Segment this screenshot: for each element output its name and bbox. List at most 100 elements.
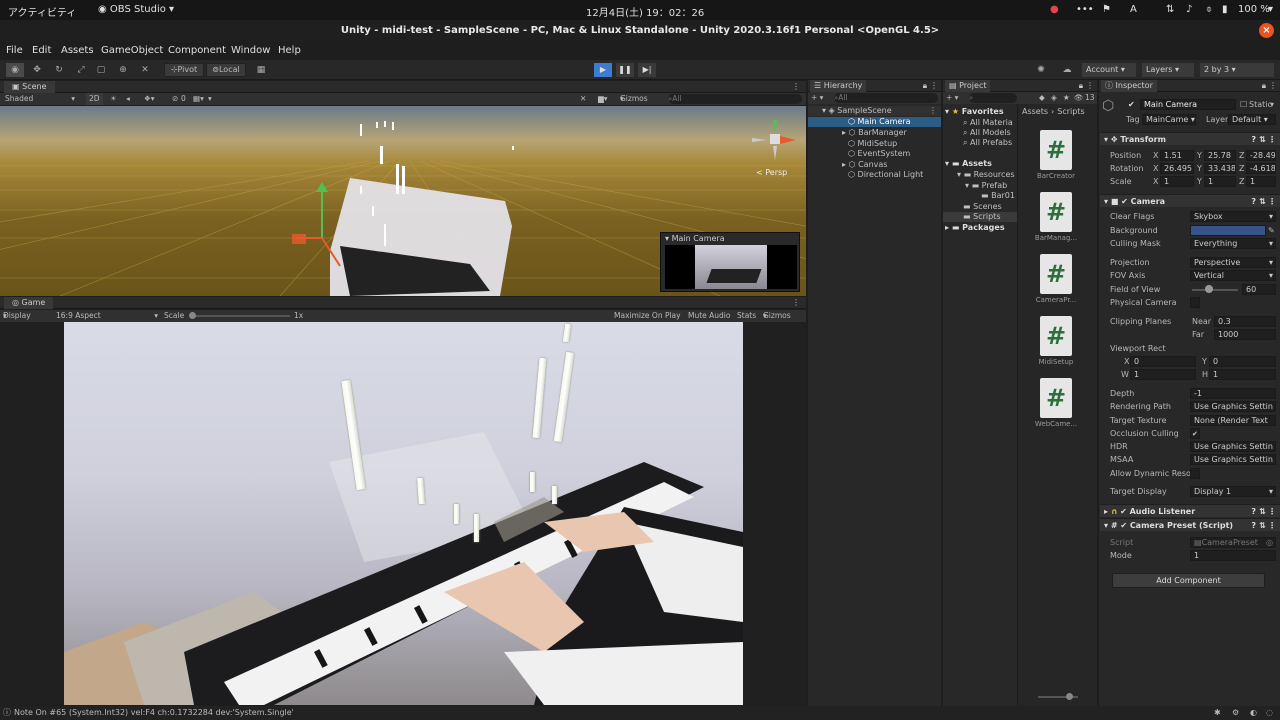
fov-field[interactable]: 60 — [1242, 284, 1276, 295]
assets-folder[interactable]: ▾ ▬ Assets — [945, 159, 992, 168]
pivot-toggle[interactable]: ⊹Pivot — [164, 63, 204, 77]
scene-viewport[interactable]: < Persp ▾ Main Camera — [0, 106, 806, 296]
target-icon[interactable]: ◎ — [1266, 538, 1273, 547]
step-button[interactable]: ▶| — [638, 63, 656, 77]
collab-icon[interactable]: ✺ — [1032, 63, 1050, 77]
tag-dropdown[interactable]: MainCame ▾ — [1142, 114, 1196, 125]
account-dropdown[interactable]: Account ▾ — [1082, 63, 1136, 77]
display-dropdown[interactable]: Display 1 ▾ — [3, 310, 31, 332]
panel-menu-icon[interactable]: ⋮ — [792, 81, 800, 93]
debugger-icon[interactable]: ✱ — [1214, 706, 1221, 720]
help-icon[interactable]: ? — [1251, 519, 1256, 532]
component-menu-icon[interactable]: ⋮ — [1268, 519, 1276, 532]
viewport-y-field[interactable]: 0 — [1209, 356, 1276, 367]
layers-dropdown[interactable]: Layers ▾ — [1142, 63, 1194, 77]
breadcrumb-assets[interactable]: Assets — [1022, 107, 1048, 116]
hierarchy-item-barmanager[interactable]: ▸ ⬡ BarManager — [842, 128, 907, 137]
game-gizmos-dropdown[interactable]: Gizmos ▾ — [763, 310, 791, 322]
script-asset-icon[interactable]: # — [1040, 316, 1072, 356]
preset-icon[interactable]: ⇅ — [1259, 133, 1266, 146]
dynamic-resolution-checkbox[interactable] — [1190, 468, 1200, 479]
component-menu-icon[interactable]: ⋮ — [1268, 505, 1276, 518]
far-field[interactable]: 1000 — [1214, 329, 1276, 340]
game-viewport[interactable] — [0, 322, 806, 705]
script-asset-icon[interactable]: # — [1040, 192, 1072, 232]
script-asset-icon[interactable]: # — [1040, 254, 1072, 294]
tab-hierarchy[interactable]: ☰ Hierarchy — [810, 80, 867, 92]
panel-menu-icon[interactable]: ⋮ — [1269, 80, 1277, 92]
audio-listener-header[interactable]: ▸ ∩ ✔ Audio Listener? ⇅ ⋮ — [1100, 504, 1280, 517]
lock-icon[interactable]: 🔒︎ — [923, 80, 927, 92]
scene-menu-icon[interactable]: ⋮ — [929, 106, 937, 115]
system-menu-icon[interactable]: ▾ — [1268, 4, 1273, 15]
tab-inspector[interactable]: ⓘ Inspector — [1101, 80, 1157, 92]
activities-button[interactable]: アクティビティ — [8, 4, 76, 19]
viewport-x-field[interactable]: 0 — [1130, 356, 1196, 367]
hierarchy-item-directional-light[interactable]: ⬡ Directional Light — [848, 170, 923, 179]
fov-axis-dropdown[interactable]: Vertical ▾ — [1190, 270, 1276, 281]
scale-y-field[interactable]: 1 — [1204, 176, 1236, 187]
culling-mask-dropdown[interactable]: Everything ▾ — [1190, 238, 1276, 249]
mode-field[interactable]: 1 — [1190, 550, 1276, 561]
asset-midisetup[interactable]: MidiSetup — [1026, 358, 1086, 366]
menu-edit[interactable]: Edit — [32, 45, 51, 56]
auto-refresh-icon[interactable]: ◌ — [1266, 706, 1273, 720]
menu-assets[interactable]: Assets — [61, 45, 94, 56]
position-z-field[interactable]: -28.49 — [1246, 150, 1276, 161]
hand-tool-icon[interactable]: ◉ — [6, 63, 24, 77]
tools-icon[interactable]: ✕ — [580, 93, 586, 105]
scene-search-input[interactable]: ⌕ All — [668, 94, 802, 104]
custom-tool-icon[interactable]: ✕ — [136, 63, 154, 77]
occlusion-culling-checkbox[interactable]: ✔ — [1190, 428, 1200, 439]
tab-scene[interactable]: ▣ Scene — [4, 81, 55, 93]
hdr-dropdown[interactable]: Use Graphics Settin — [1190, 441, 1276, 452]
2d-toggle[interactable]: 2D — [86, 93, 103, 105]
target-display-dropdown[interactable]: Display 1 ▾ — [1190, 486, 1276, 497]
msaa-dropdown[interactable]: Use Graphics Settin — [1190, 454, 1276, 465]
static-checkbox[interactable]: ☐ — [1240, 100, 1247, 109]
script-asset-icon[interactable]: # — [1040, 378, 1072, 418]
volume-icon[interactable]: ♪ — [1186, 4, 1192, 15]
audio-toggle-icon[interactable]: ◂ — [126, 93, 130, 105]
breadcrumb-scripts[interactable]: Scripts — [1057, 107, 1084, 116]
preset-icon[interactable]: ⇅ — [1259, 505, 1266, 518]
asset-camerapreset[interactable]: CameraPr... — [1026, 296, 1086, 304]
folder-bar01[interactable]: ▬ Bar01 — [981, 191, 1015, 200]
obs-app-menu[interactable]: ◉ OBS Studio ▾ — [98, 4, 174, 15]
cloud-icon[interactable]: ☁ — [1058, 63, 1076, 77]
project-search-input[interactable]: ⌕ — [969, 93, 1017, 103]
fov-slider-thumb[interactable] — [1205, 285, 1213, 293]
viewport-h-field[interactable]: 1 — [1209, 369, 1276, 380]
menu-gameobject[interactable]: GameObject — [101, 45, 163, 56]
camera-header[interactable]: ▾ ■ ✔ Camera? ⇅ ⋮ — [1100, 194, 1280, 207]
fov-slider[interactable] — [1192, 289, 1238, 291]
hidden-objects-icon[interactable]: ⊘ — [172, 93, 178, 105]
lock-icon[interactable]: 🔒︎ — [1079, 80, 1083, 92]
stats-toggle[interactable]: Stats — [737, 310, 756, 322]
viewport-w-field[interactable]: 1 — [1130, 369, 1196, 380]
hierarchy-item-main-camera[interactable]: ⬡ Main Camera — [808, 117, 941, 127]
near-field[interactable]: 0.3 — [1214, 316, 1276, 327]
folder-resources[interactable]: ▾ ▬ Resources — [957, 170, 1015, 179]
icon-size-slider-thumb[interactable] — [1066, 693, 1073, 700]
maximize-on-play-toggle[interactable]: Maximize On Play — [614, 310, 681, 322]
panel-menu-icon[interactable]: ⋮ — [1086, 80, 1094, 92]
static-dropdown[interactable]: ▾ — [1270, 100, 1274, 109]
asset-webcamera[interactable]: WebCame... — [1026, 420, 1086, 428]
network-icon[interactable]: ⇅ — [1166, 4, 1174, 15]
position-x-field[interactable]: 1.51 — [1160, 150, 1194, 161]
enabled-checkbox[interactable]: ✔ — [1120, 521, 1130, 530]
eyedropper-icon[interactable]: ✎ — [1268, 226, 1275, 235]
script-asset-icon[interactable]: # — [1040, 130, 1072, 170]
create-button[interactable]: + ▾ — [811, 92, 823, 104]
position-y-field[interactable]: 25.78 — [1204, 150, 1236, 161]
hierarchy-item-midisetup[interactable]: ⬡ MidiSetup — [848, 139, 897, 148]
favorite-all-materials[interactable]: ⌕ All Materia — [963, 118, 1013, 128]
add-component-button[interactable]: Add Component — [1112, 573, 1265, 588]
scene-gizmo-axes[interactable] — [752, 112, 798, 172]
menu-help[interactable]: Help — [278, 45, 301, 56]
scene-root-item[interactable]: ▾ ◈ SampleScene ⋮ — [808, 106, 941, 116]
perspective-label[interactable]: < Persp — [756, 168, 787, 177]
camera-view-icon[interactable]: ▆▾ — [598, 93, 608, 105]
clear-flags-dropdown[interactable]: Skybox ▾ — [1190, 211, 1276, 222]
